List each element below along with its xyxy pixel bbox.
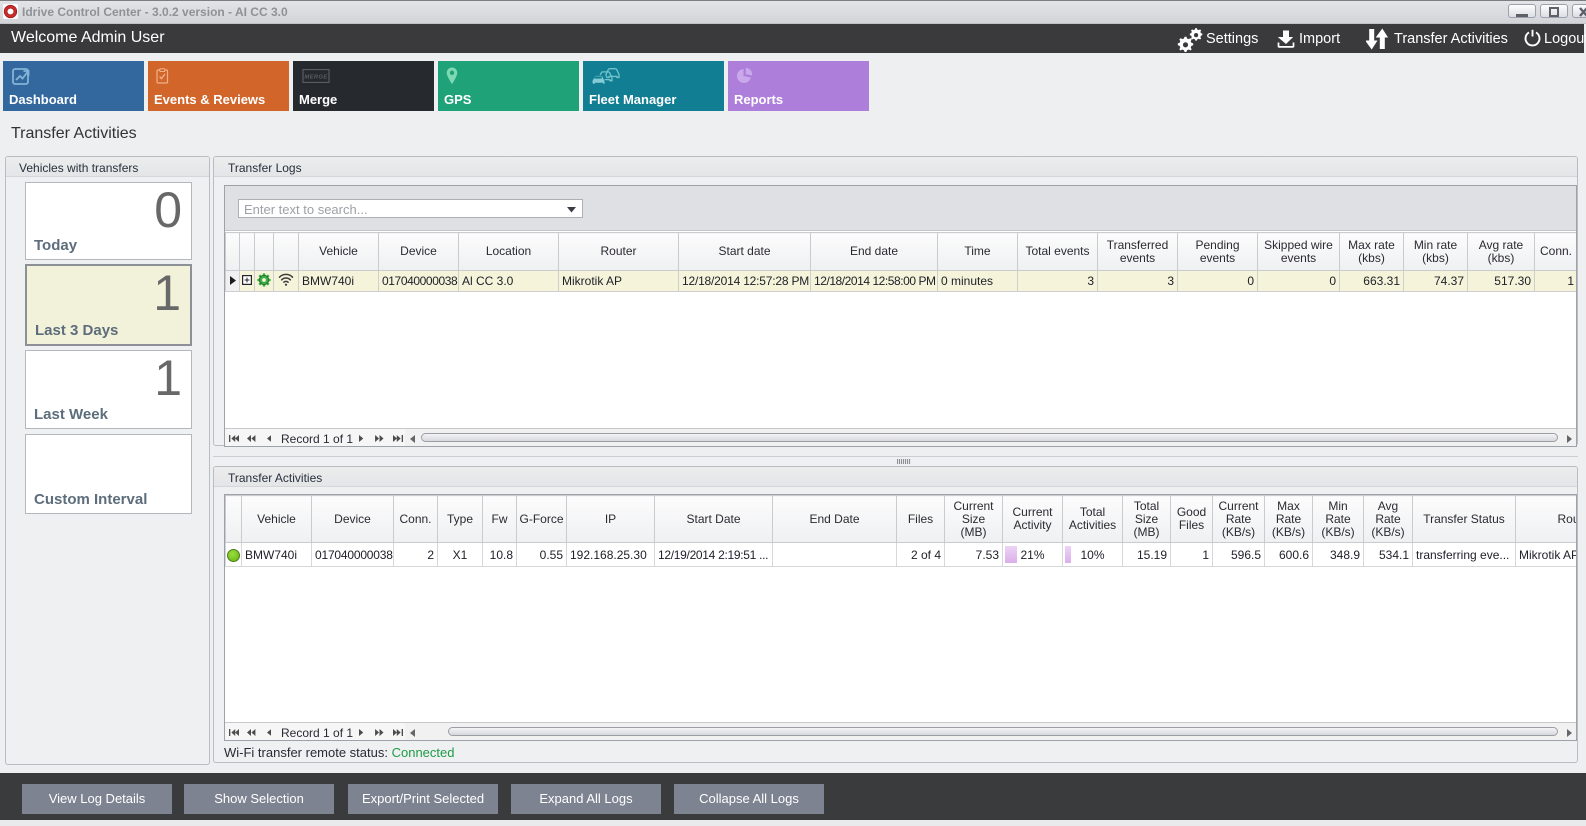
svg-text:MERGE: MERGE: [304, 75, 328, 81]
